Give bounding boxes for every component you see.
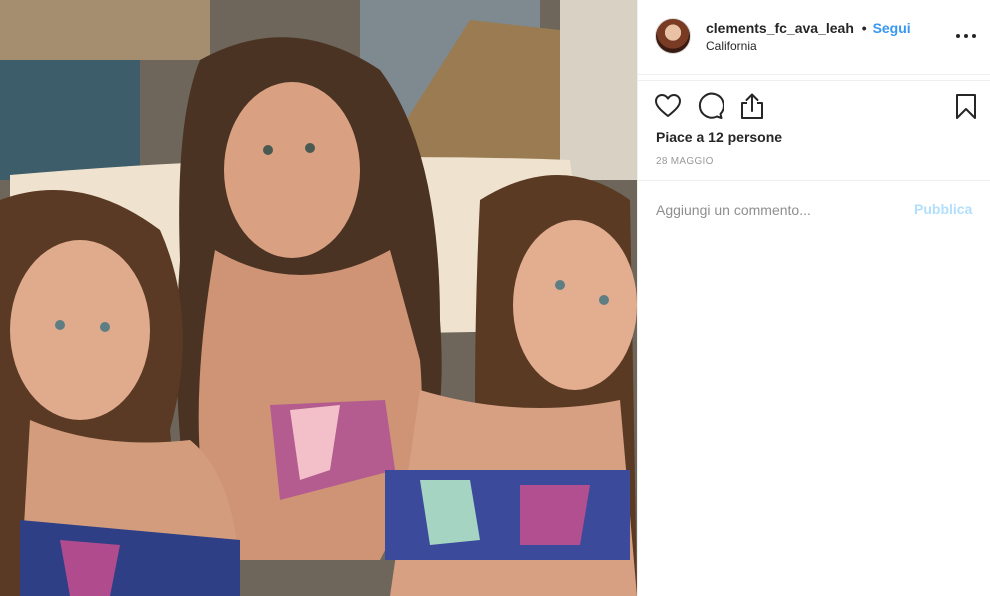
user-line: clements_fc_ava_leah • Segui [706,20,911,36]
post-photo[interactable] [0,0,637,596]
divider [638,180,990,181]
publish-button[interactable]: Pubblica [914,201,972,217]
comment-input[interactable] [656,198,906,222]
avatar[interactable] [655,18,691,54]
action-bar [638,90,990,122]
post-header: clements_fc_ava_leah • Segui California [638,0,990,75]
share-icon[interactable] [738,92,766,120]
follow-button[interactable]: Segui [873,20,911,36]
location-link[interactable]: California [706,39,757,53]
heart-icon[interactable] [654,92,682,120]
more-options-icon[interactable] [954,26,978,46]
separator-dot: • [861,20,867,36]
likes-count[interactable]: Piace a 12 persone [656,129,782,145]
post-side-panel: clements_fc_ava_leah • Segui California [637,0,990,596]
comment-icon[interactable] [696,92,725,120]
bookmark-icon[interactable] [952,92,980,120]
username-link[interactable]: clements_fc_ava_leah [706,20,854,36]
divider [638,80,990,81]
post-date[interactable]: 28 MAGGIO [656,156,714,167]
